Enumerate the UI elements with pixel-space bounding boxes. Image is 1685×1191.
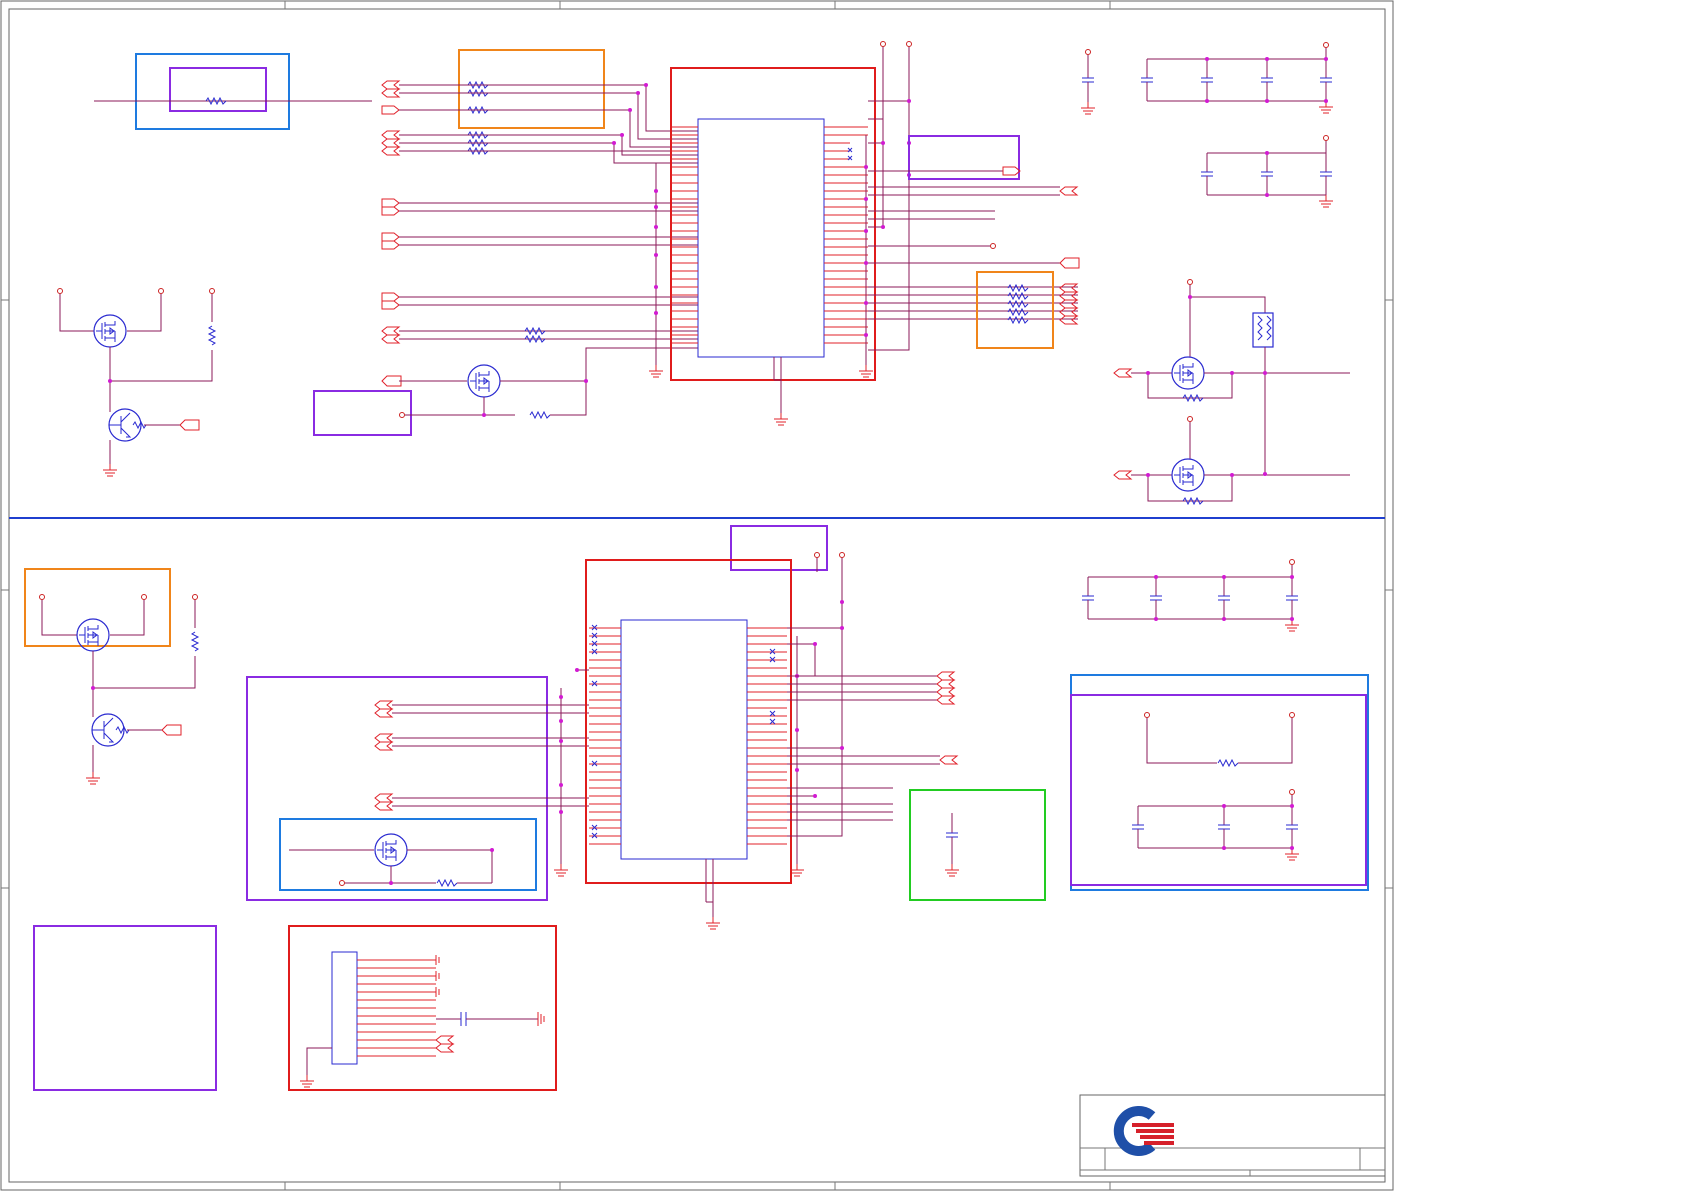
company-logo xyxy=(1113,1106,1174,1156)
input-block-bottom xyxy=(246,676,589,901)
main-ic-bottom xyxy=(553,525,958,930)
signal-wires-top xyxy=(399,83,698,343)
notes-box xyxy=(33,925,217,1091)
power-switch-circuit-top xyxy=(57,288,216,477)
termination-resistor-pack xyxy=(976,271,1078,349)
level-shifter-fet-top xyxy=(313,347,698,436)
dual-fet-switch xyxy=(1113,279,1350,505)
series-resistor-block xyxy=(94,53,372,130)
main-ic-top xyxy=(648,67,876,426)
sheet-border xyxy=(0,0,1394,1191)
bypass-cap-block xyxy=(909,789,1046,901)
input-ports-top xyxy=(381,80,402,387)
series-resistor-array xyxy=(458,49,605,155)
power-switch-circuit-bottom xyxy=(24,568,199,785)
decoupling-caps-bottom xyxy=(1081,559,1300,632)
ic-output-routing-top xyxy=(868,41,1080,351)
connector-block xyxy=(288,925,557,1091)
title-block xyxy=(1079,1094,1386,1177)
pull-up-and-filter-block xyxy=(1070,674,1369,891)
decoupling-caps-top xyxy=(1080,42,1334,208)
schematic-sheet xyxy=(0,0,1394,1191)
